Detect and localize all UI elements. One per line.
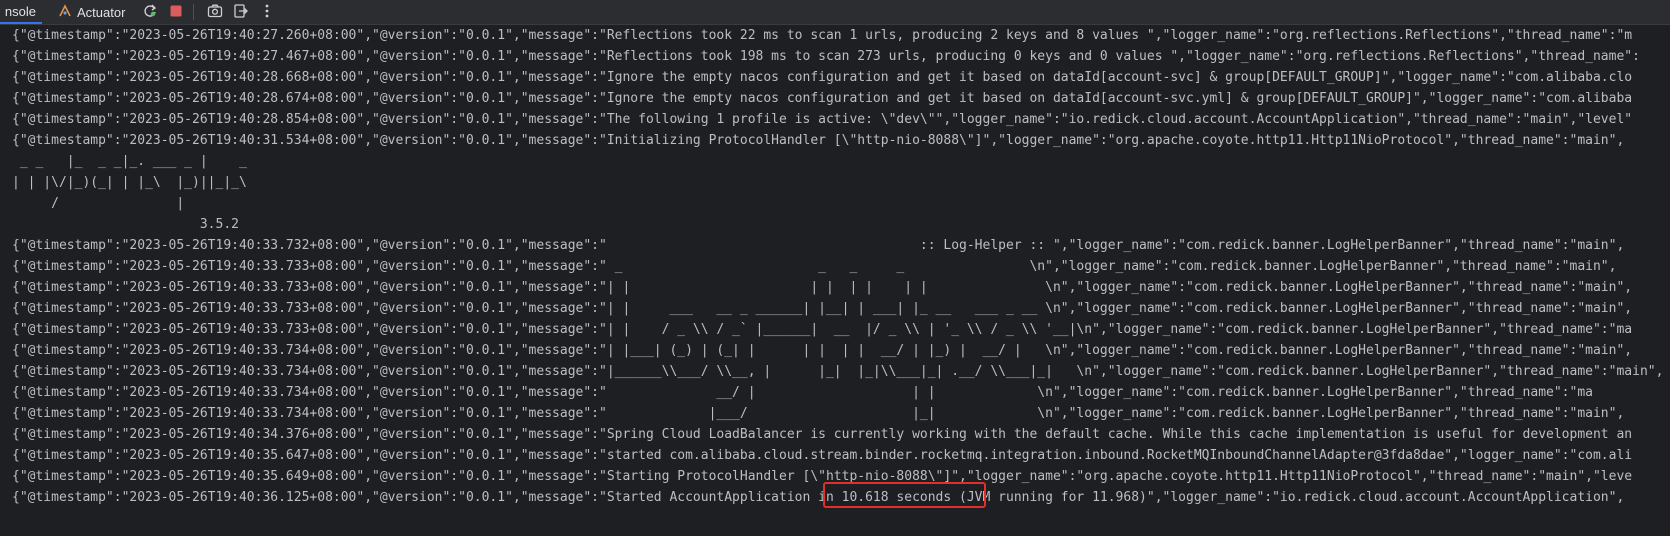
log-line: {"@timestamp":"2023-05-26T19:40:28.854+0… <box>12 112 1633 127</box>
screenshot-button[interactable] <box>204 1 226 23</box>
log-line: {"@timestamp":"2023-05-26T19:40:28.668+0… <box>12 70 1633 85</box>
ascii-banner-line: _ _ |_ _ _|_. ___ _ | _ <box>12 154 247 169</box>
log-line: {"@timestamp":"2023-05-26T19:40:27.260+0… <box>12 28 1633 43</box>
rerun-button[interactable] <box>139 1 161 23</box>
log-line: {"@timestamp":"2023-05-26T19:40:33.733+0… <box>12 280 1633 295</box>
rerun-icon <box>142 3 158 22</box>
exit-icon <box>233 3 249 22</box>
log-line: {"@timestamp":"2023-05-26T19:40:33.732+0… <box>12 238 1625 253</box>
toolbar-divider <box>193 4 195 20</box>
log-line: {"@timestamp":"2023-05-26T19:40:33.733+0… <box>12 301 1633 316</box>
log-line: {"@timestamp":"2023-05-26T19:40:36.125+0… <box>12 490 1625 505</box>
tab-console[interactable]: nsole <box>0 0 42 24</box>
tab-actuator-label: Actuator <box>77 4 126 20</box>
log-line: {"@timestamp":"2023-05-26T19:40:27.467+0… <box>12 49 1640 64</box>
ascii-banner-line: / | <box>12 196 185 211</box>
highlight-box <box>823 482 986 508</box>
stop-icon <box>169 4 183 21</box>
stop-button[interactable] <box>165 1 187 23</box>
actuator-icon <box>58 3 72 21</box>
log-line: {"@timestamp":"2023-05-26T19:40:33.734+0… <box>12 343 1633 358</box>
console-toolbar: nsole Actuator <box>0 0 1670 25</box>
log-line: {"@timestamp":"2023-05-26T19:40:34.376+0… <box>12 427 1633 442</box>
log-line: {"@timestamp":"2023-05-26T19:40:35.647+0… <box>12 448 1633 463</box>
more-options-button[interactable] <box>256 1 278 23</box>
screenshot-icon <box>207 3 223 22</box>
ascii-banner-line: | | |\/|_)(_| | |_\ |_)||_|_\ <box>12 175 247 190</box>
more-icon <box>264 3 270 22</box>
log-line: {"@timestamp":"2023-05-26T19:40:33.733+0… <box>12 259 1617 274</box>
log-line: {"@timestamp":"2023-05-26T19:40:31.534+0… <box>12 133 1625 148</box>
exit-button[interactable] <box>230 1 252 23</box>
log-line: {"@timestamp":"2023-05-26T19:40:33.734+0… <box>12 385 1593 400</box>
log-line: {"@timestamp":"2023-05-26T19:40:28.674+0… <box>12 91 1633 106</box>
log-line: {"@timestamp":"2023-05-26T19:40:33.734+0… <box>12 406 1625 421</box>
log-line: {"@timestamp":"2023-05-26T19:40:33.734+0… <box>12 364 1664 379</box>
banner-version: 3.5.2 <box>12 217 239 232</box>
tab-actuator[interactable]: Actuator <box>48 0 135 24</box>
log-line: {"@timestamp":"2023-05-26T19:40:33.733+0… <box>12 322 1633 337</box>
tab-console-label: nsole <box>4 3 36 19</box>
console-output[interactable]: {"@timestamp":"2023-05-26T19:40:27.260+0… <box>0 25 1670 536</box>
